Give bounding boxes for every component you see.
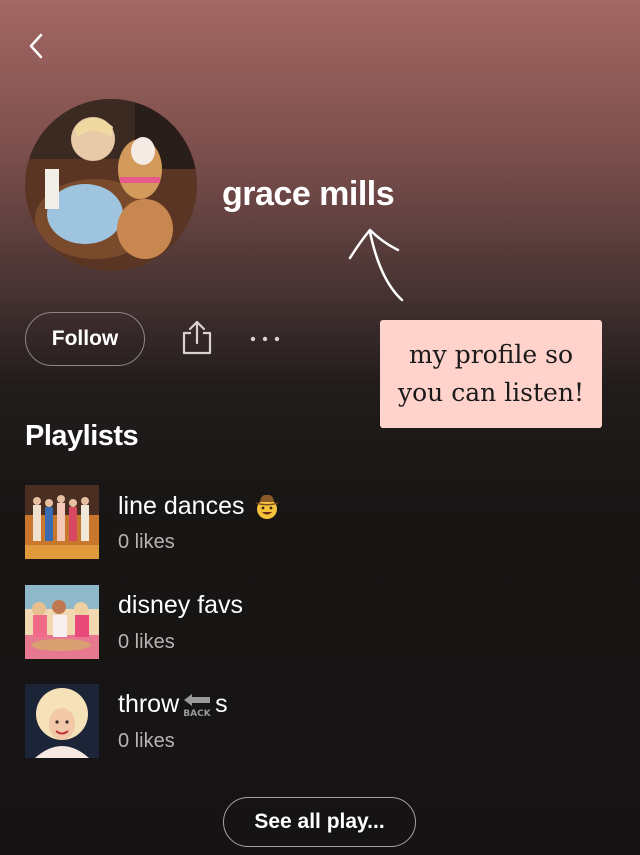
playlist-title: line dances — [118, 491, 282, 521]
follow-button[interactable]: Follow — [25, 312, 145, 366]
annotation-line-2: you can listen! — [398, 378, 584, 407]
more-dots-icon — [250, 336, 280, 342]
playlists-section-title: Playlists — [25, 420, 139, 452]
share-icon — [182, 320, 212, 355]
playlist-cover — [25, 585, 99, 659]
share-button[interactable] — [178, 318, 216, 358]
playlist-title-text: throw — [118, 690, 180, 718]
playlist-item[interactable]: line dances 0 likes — [25, 485, 585, 561]
playlist-item[interactable]: disney favs 0 likes — [25, 585, 585, 661]
chevron-left-icon — [29, 33, 43, 59]
profile-name: grace mills — [222, 175, 395, 213]
playlist-likes: 0 likes — [118, 730, 175, 752]
playlist-likes: 0 likes — [118, 531, 175, 553]
more-options-button[interactable] — [245, 326, 285, 352]
playlist-title: throw BACK s — [118, 690, 228, 719]
annotation-line-1: my profile so — [408, 340, 574, 369]
avatar — [25, 99, 197, 271]
playlist-title-text: disney favs — [118, 591, 244, 619]
svg-text:BACK: BACK — [183, 709, 211, 718]
playlist-likes: 0 likes — [118, 631, 175, 653]
back-button[interactable] — [20, 28, 52, 64]
playlist-title-suffix: s — [215, 690, 228, 718]
playlist-cover — [25, 684, 99, 758]
hand-drawn-arrow-icon — [348, 228, 404, 302]
annotation-note: my profile so you can listen! — [380, 320, 602, 428]
see-all-playlists-button[interactable]: See all play... — [223, 797, 416, 847]
playlist-title-text: line dances — [118, 491, 245, 520]
playlist-item[interactable]: throw BACK s 0 likes — [25, 684, 585, 760]
back-arrow-emoji-icon: BACK — [180, 692, 214, 719]
playlist-title: disney favs — [118, 591, 243, 620]
playlist-cover — [25, 485, 99, 559]
cowboy-face-emoji-icon — [252, 491, 282, 521]
